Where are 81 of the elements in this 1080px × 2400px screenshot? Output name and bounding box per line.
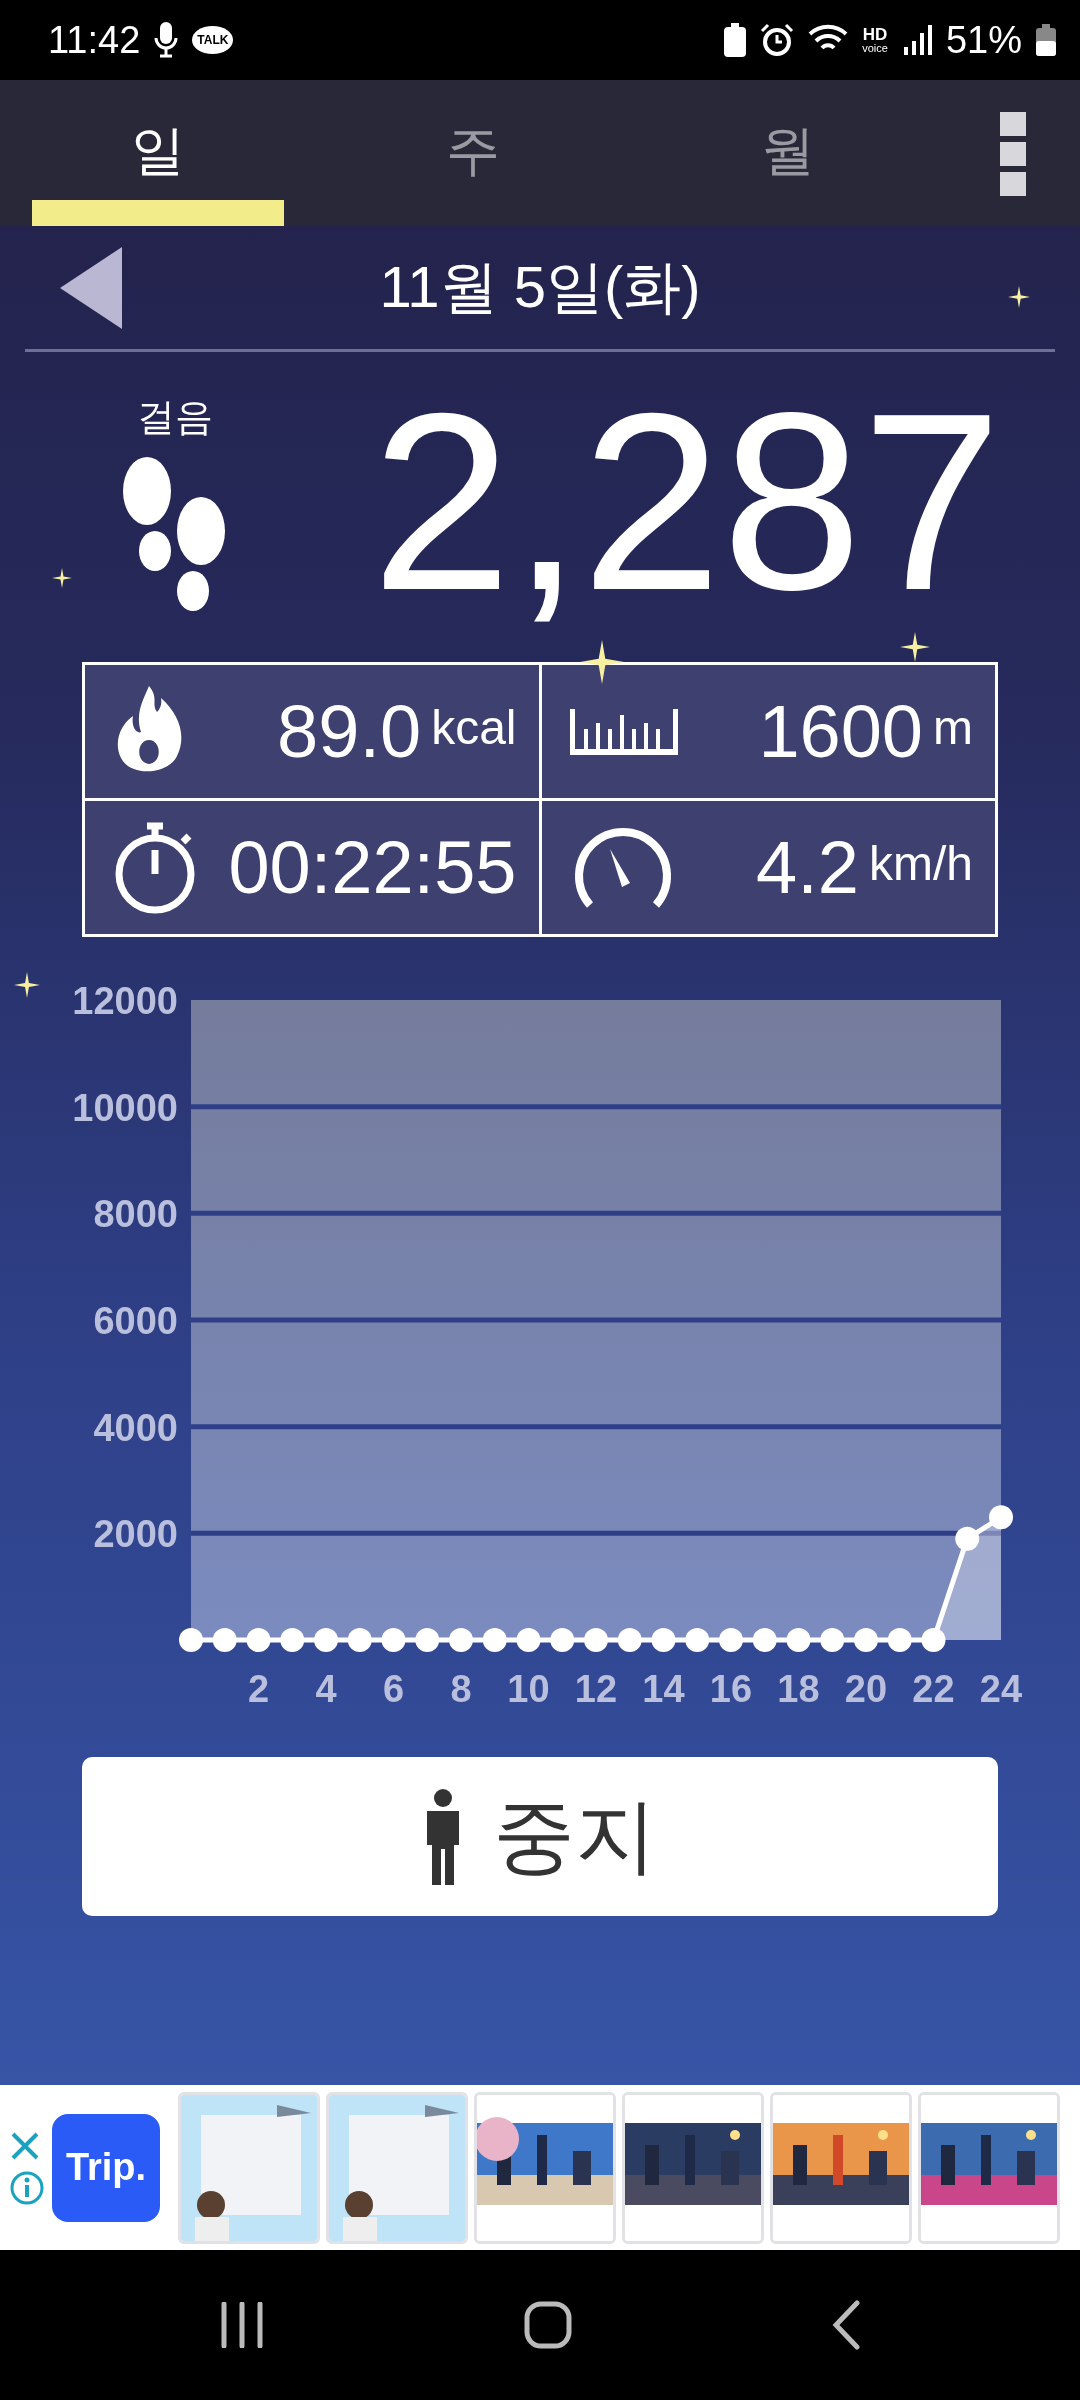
- stop-button[interactable]: 중지: [82, 1757, 998, 1916]
- info-icon[interactable]: [10, 2170, 44, 2205]
- data-point: [617, 1628, 642, 1652]
- x-axis-label: 18: [777, 1668, 820, 1710]
- data-point: [921, 1628, 946, 1652]
- battery-percent: 51%: [945, 18, 1022, 62]
- y-axis-label: 12000: [72, 980, 178, 1022]
- data-point: [179, 1628, 203, 1652]
- data-point: [584, 1628, 608, 1652]
- x-axis-label: 16: [709, 1668, 753, 1710]
- microphone-icon: [154, 22, 179, 58]
- data-point: [449, 1628, 473, 1652]
- x-axis-label: 2: [247, 1668, 270, 1710]
- ad-logo[interactable]: Trip.: [52, 2113, 160, 2222]
- status-time: 11:42: [48, 18, 141, 62]
- x-axis-label: 24: [979, 1668, 1023, 1710]
- x-axis-label: 8: [450, 1668, 472, 1710]
- battery-icon: [1036, 24, 1056, 56]
- tab[interactable]: 월: [662, 80, 914, 226]
- alarm-icon: [760, 23, 795, 57]
- data-point: [989, 1505, 1013, 1530]
- home-icon[interactable]: [524, 2301, 572, 2349]
- sparkle-icon: [1008, 286, 1030, 308]
- data-point: [347, 1628, 372, 1652]
- data-point: [212, 1628, 237, 1652]
- battery-saver-icon: [724, 23, 747, 57]
- y-axis-label: 10000: [72, 1086, 178, 1129]
- data-point: [516, 1628, 541, 1652]
- x-axis-label: 20: [844, 1668, 888, 1710]
- x-axis-label: 12: [574, 1668, 618, 1710]
- stat-value: 00:22:55: [228, 825, 517, 910]
- data-point: [415, 1628, 440, 1652]
- data-point: [246, 1628, 271, 1652]
- data-point: [381, 1628, 406, 1652]
- stat-unit: kcal: [431, 700, 517, 755]
- data-point: [752, 1628, 777, 1652]
- x-axis-label: 10: [507, 1668, 550, 1710]
- data-point: [719, 1628, 743, 1652]
- y-axis-label: 2000: [93, 1513, 178, 1556]
- data-point: [786, 1628, 811, 1652]
- hd-label: HD: [862, 26, 888, 43]
- stat-value: 4.2: [756, 825, 859, 910]
- stat-value: 89.0: [277, 689, 422, 774]
- data-point: [955, 1526, 980, 1551]
- data-point: [482, 1628, 507, 1652]
- data-point: [685, 1628, 710, 1652]
- date-title: 11월 5일(화): [378, 252, 702, 321]
- data-point: [280, 1628, 305, 1652]
- data-point: [820, 1628, 845, 1652]
- sparkle-icon: [900, 632, 930, 662]
- data-point: [550, 1628, 575, 1652]
- sparkle-icon: [14, 972, 40, 998]
- y-axis-label: 4000: [93, 1406, 178, 1449]
- data-point: [887, 1628, 912, 1652]
- menu-icon[interactable]: [1000, 112, 1026, 196]
- sparkle-icon: [52, 568, 72, 588]
- stat-unit: km/h: [869, 836, 973, 891]
- x-axis-label: 4: [315, 1668, 337, 1710]
- tab[interactable]: 주: [347, 80, 599, 226]
- y-axis-label: 6000: [93, 1300, 178, 1342]
- step-count: 2,287: [371, 376, 1002, 628]
- y-axis-label: 8000: [93, 1193, 178, 1236]
- ruler-icon: [569, 708, 678, 755]
- x-axis-label: 14: [642, 1668, 685, 1710]
- close-icon[interactable]: [10, 2130, 40, 2161]
- voice-label: voice: [862, 43, 888, 54]
- x-axis-label: 22: [912, 1668, 955, 1710]
- back-arrow-icon[interactable]: [60, 246, 122, 329]
- data-point: [854, 1628, 878, 1652]
- data-point: [651, 1628, 676, 1652]
- steps-label: 걸음: [137, 394, 213, 440]
- stat-value: 1600: [758, 689, 923, 774]
- data-point: [314, 1628, 338, 1652]
- recent-apps-icon[interactable]: [220, 2302, 264, 2348]
- stat-unit: m: [933, 700, 973, 755]
- back-icon[interactable]: [832, 2300, 860, 2350]
- talk-badge: TALK: [192, 26, 234, 54]
- tab[interactable]: 일: [32, 80, 284, 226]
- sparkle-icon: [580, 640, 624, 684]
- signal-icon: [901, 25, 932, 55]
- x-axis-label: 6: [382, 1668, 405, 1710]
